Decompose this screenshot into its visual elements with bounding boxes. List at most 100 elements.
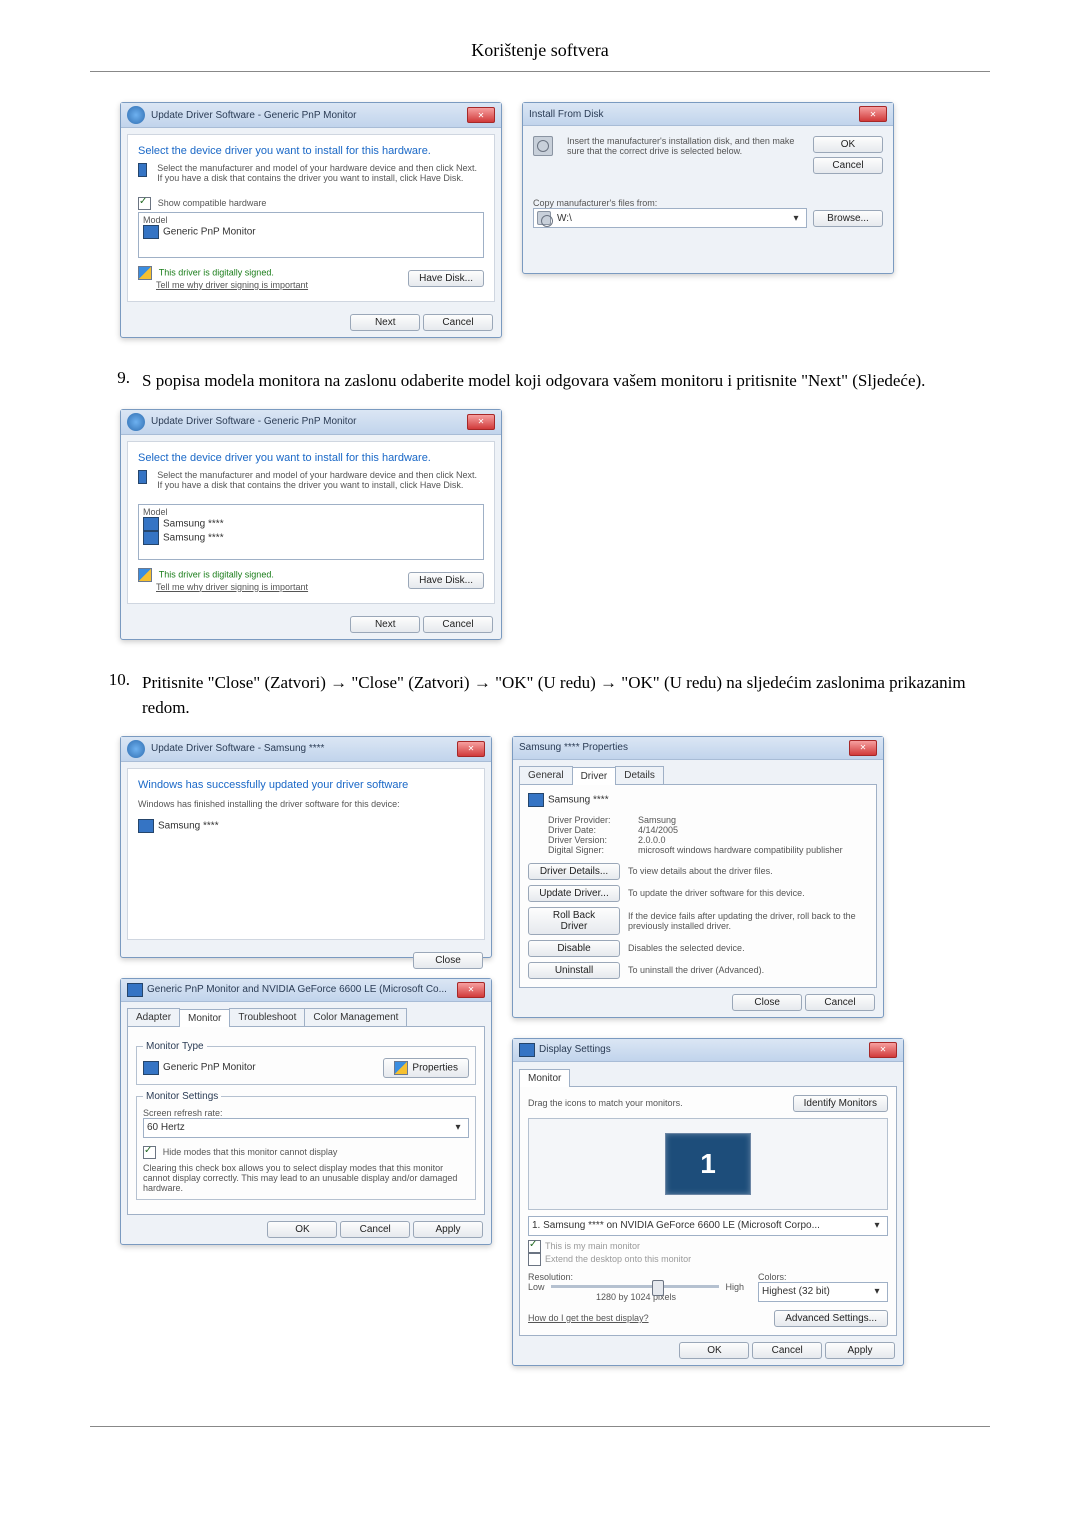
main-monitor-label: This is my main monitor: [545, 1241, 640, 1251]
dialog-display-settings: Display Settings ✕ Monitor Drag the icon…: [512, 1038, 904, 1366]
colors-dropdown[interactable]: Highest (32 bit) ▾: [758, 1282, 888, 1302]
dialog-title: Install From Disk: [529, 109, 603, 120]
back-icon[interactable]: [127, 413, 145, 431]
close-icon[interactable]: ✕: [467, 414, 495, 430]
monitor-icon: [143, 531, 159, 545]
disable-button[interactable]: Disable: [528, 940, 620, 957]
tab-monitor[interactable]: Monitor: [179, 1009, 230, 1027]
cancel-button[interactable]: Cancel: [805, 994, 875, 1011]
tab-troubleshoot[interactable]: Troubleshoot: [229, 1008, 305, 1026]
cancel-button[interactable]: Cancel: [752, 1342, 822, 1359]
browse-button[interactable]: Browse...: [813, 210, 883, 227]
roll-back-button[interactable]: Roll Back Driver: [528, 907, 620, 935]
apply-button[interactable]: Apply: [825, 1342, 895, 1359]
monitor-preview[interactable]: 1: [665, 1133, 751, 1195]
date-label: Driver Date:: [548, 825, 638, 835]
compat-label: Show compatible hardware: [158, 198, 267, 208]
monitor-icon: [138, 819, 154, 833]
model-item[interactable]: Generic PnP Monitor: [163, 227, 256, 238]
disk-icon: [537, 211, 551, 225]
colors-label: Colors:: [758, 1272, 888, 1282]
monitor-select-dropdown[interactable]: 1. Samsung **** on NVIDIA GeForce 6600 L…: [528, 1216, 888, 1236]
ok-button[interactable]: OK: [813, 136, 883, 153]
model-item[interactable]: Samsung ****: [163, 518, 224, 529]
apply-button[interactable]: Apply: [413, 1221, 483, 1238]
disable-text: Disables the selected device.: [628, 943, 745, 953]
next-button[interactable]: Next: [350, 616, 420, 633]
ok-button[interactable]: OK: [679, 1342, 749, 1359]
tab-details[interactable]: Details: [615, 766, 664, 784]
identify-button[interactable]: Identify Monitors: [793, 1095, 888, 1112]
advanced-settings-button[interactable]: Advanced Settings...: [774, 1310, 888, 1327]
close-icon[interactable]: ✕: [859, 106, 887, 122]
chevron-down-icon: ▾: [451, 1122, 465, 1133]
monitor-type-value: Generic PnP Monitor: [163, 1062, 256, 1073]
have-disk-button[interactable]: Have Disk...: [408, 572, 484, 589]
resolution-slider[interactable]: Low High: [528, 1282, 744, 1292]
cancel-button[interactable]: Cancel: [813, 157, 883, 174]
back-icon: [127, 740, 145, 758]
compat-checkbox[interactable]: [138, 197, 151, 210]
close-icon[interactable]: ✕: [457, 982, 485, 998]
cancel-button[interactable]: Cancel: [423, 314, 493, 331]
signer-value: microsoft windows hardware compatibility…: [638, 845, 843, 855]
chevron-down-icon: ▾: [789, 213, 803, 224]
slider-low: Low: [528, 1282, 545, 1292]
hide-modes-checkbox[interactable]: [143, 1146, 156, 1159]
provider-label: Driver Provider:: [548, 815, 638, 825]
close-button[interactable]: Close: [413, 952, 483, 969]
step-number: 10.: [90, 670, 142, 721]
model-header: Model: [143, 215, 479, 225]
tab-monitor[interactable]: Monitor: [519, 1069, 570, 1087]
dialog-heading: Windows has successfully updated your dr…: [138, 779, 474, 791]
monitor-icon: [143, 1061, 159, 1075]
driver-details-text: To view details about the driver files.: [628, 866, 773, 876]
back-icon[interactable]: [127, 106, 145, 124]
next-button[interactable]: Next: [350, 314, 420, 331]
path-dropdown[interactable]: W:\ ▾: [533, 208, 807, 228]
monitor-select-value: 1. Samsung **** on NVIDIA GeForce 6600 L…: [532, 1220, 820, 1231]
monitor-icon: [143, 225, 159, 239]
tab-color-management[interactable]: Color Management: [304, 1008, 407, 1026]
extend-desktop-label: Extend the desktop onto this monitor: [545, 1254, 691, 1264]
update-driver-button[interactable]: Update Driver...: [528, 885, 620, 902]
dialog-hint: Insert the manufacturer's installation d…: [567, 136, 805, 174]
close-icon[interactable]: ✕: [869, 1042, 897, 1058]
chevron-down-icon: ▾: [870, 1286, 884, 1297]
dialog-adapter-properties: Generic PnP Monitor and NVIDIA GeForce 6…: [120, 978, 492, 1245]
signing-link[interactable]: Tell me why driver signing is important: [156, 280, 308, 290]
close-icon[interactable]: ✕: [457, 741, 485, 757]
provider-value: Samsung: [638, 815, 676, 825]
copy-from-label: Copy manufacturer's files from:: [533, 198, 883, 208]
close-button[interactable]: Close: [732, 994, 802, 1011]
uninstall-button[interactable]: Uninstall: [528, 962, 620, 979]
driver-details-button[interactable]: Driver Details...: [528, 863, 620, 880]
signed-label: This driver is digitally signed.: [159, 569, 274, 579]
dialog-hint: Select the manufacturer and model of you…: [157, 470, 484, 490]
tab-strip: Adapter Monitor Troubleshoot Color Manag…: [127, 1008, 485, 1027]
version-label: Driver Version:: [548, 835, 638, 845]
dialog-subtext: Windows has finished installing the driv…: [138, 799, 474, 809]
refresh-dropdown[interactable]: 60 Hertz ▾: [143, 1118, 469, 1138]
tab-general[interactable]: General: [519, 766, 573, 784]
best-display-link[interactable]: How do I get the best display?: [528, 1313, 649, 1323]
tab-adapter[interactable]: Adapter: [127, 1008, 180, 1026]
date-value: 4/14/2005: [638, 825, 678, 835]
model-item[interactable]: Samsung ****: [163, 532, 224, 543]
device-name: Samsung ****: [158, 820, 219, 831]
properties-button[interactable]: Properties: [383, 1058, 469, 1078]
signing-link[interactable]: Tell me why driver signing is important: [156, 582, 308, 592]
hide-modes-note: Clearing this check box allows you to se…: [143, 1163, 469, 1193]
cancel-button[interactable]: Cancel: [423, 616, 493, 633]
dialog-title: Display Settings: [539, 1044, 611, 1055]
close-icon[interactable]: ✕: [849, 740, 877, 756]
tab-driver[interactable]: Driver: [572, 767, 617, 785]
dialog-hint: Select the manufacturer and model of you…: [157, 163, 484, 183]
figure-row-3: Update Driver Software - Samsung **** ✕ …: [120, 736, 990, 1366]
cancel-button[interactable]: Cancel: [340, 1221, 410, 1238]
have-disk-button[interactable]: Have Disk...: [408, 270, 484, 287]
ok-button[interactable]: OK: [267, 1221, 337, 1238]
close-icon[interactable]: ✕: [467, 107, 495, 123]
step-number: 9.: [90, 368, 142, 394]
refresh-value: 60 Hertz: [147, 1122, 185, 1133]
